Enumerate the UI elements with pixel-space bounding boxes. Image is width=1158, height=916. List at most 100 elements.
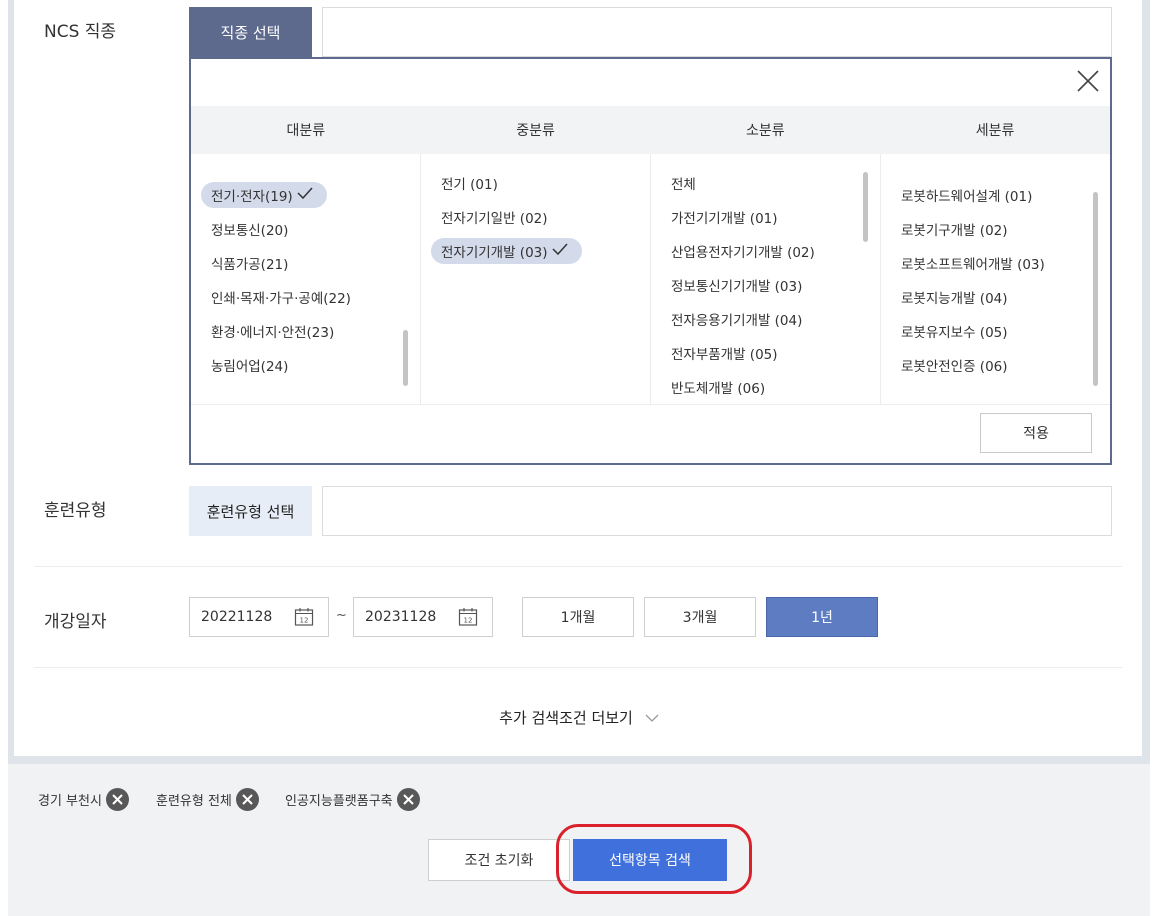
filter-chip-label: 경기 부천시 [38, 793, 102, 809]
detail-item-label: 로봇기구개발 (02) [901, 223, 1008, 239]
major-item[interactable]: 식품가공(21) [201, 246, 361, 280]
end-date-input[interactable]: 20231128 12 [353, 597, 493, 637]
major-item-label: 정보통신(20) [211, 223, 289, 239]
minor-item-label: 전자부품개발 (05) [671, 347, 778, 363]
column-header-minor: 소분류 [746, 123, 785, 139]
major-item-label: 인쇄·목재·가구·공예(22) [211, 291, 351, 307]
minor-item[interactable]: 전자응용기기개발 (04) [661, 302, 825, 336]
training-selected-field[interactable] [322, 486, 1112, 536]
column-header-major: 대분류 [286, 123, 326, 139]
filter-chip: 훈련유형 전체 [156, 787, 259, 811]
date-separator: ~ [336, 608, 347, 623]
middle-item[interactable]: 전자기기일반 (02) [431, 200, 568, 234]
detail-item[interactable]: 로봇소프트웨어개발 (03) [891, 246, 1055, 280]
detail-item-label: 로봇유지보수 (05) [901, 325, 1008, 341]
minor-column: 전체가전기기개발 (01) 산업용전자기기개발 (02) 정보통신기기개발 (03)… [651, 154, 881, 404]
remove-chip-icon[interactable] [235, 787, 259, 811]
check-icon [297, 187, 313, 203]
filter-chip: 인공지능플랫폼구축 [285, 787, 420, 811]
start-date-value: 20221128 [201, 609, 273, 625]
period-3month-button[interactable]: 3개월 [644, 597, 756, 637]
major-scrollbar[interactable] [403, 330, 408, 386]
period-1month-button[interactable]: 1개월 [522, 597, 634, 637]
minor-item-label: 전자응용기기개발 (04) [671, 313, 803, 329]
minor-item[interactable]: 전체 [661, 166, 825, 200]
major-item[interactable]: 인쇄·목재·가구·공예(22) [201, 280, 361, 314]
minor-item-label: 가전기기개발 (01) [671, 211, 778, 227]
svg-text:12: 12 [300, 617, 309, 625]
detail-item[interactable]: 로봇지능개발 (04) [891, 280, 1055, 314]
minor-scrollbar[interactable] [863, 172, 868, 242]
detail-item-label: 로봇지능개발 (04) [901, 291, 1008, 307]
minor-item[interactable]: 전자부품개발 (05) [661, 336, 825, 370]
filter-chip-label: 훈련유형 전체 [156, 793, 232, 809]
ncs-select-button[interactable]: 직종 선택 [189, 7, 312, 57]
minor-item-label: 반도체개발 (06) [671, 381, 766, 397]
page: NCS 직종 직종 선택 대분류 중분류 소분류 세분류 전기·전자(19) 정보… [0, 0, 1158, 916]
middle-item-label: 전기 (01) [441, 177, 498, 193]
minor-item[interactable]: 가전기기개발 (01) [661, 200, 825, 234]
minor-item-label: 정보통신기기개발 (03) [671, 279, 803, 295]
more-conditions-toggle[interactable]: 추가 검색조건 더보기 [0, 707, 1158, 728]
check-icon [552, 243, 568, 259]
middle-item[interactable]: 전기 (01) [431, 166, 568, 200]
minor-item-label: 산업용전자기기개발 (02) [671, 245, 815, 261]
major-item[interactable]: 환경·에너지·안전(23) [201, 314, 361, 348]
more-conditions-label: 추가 검색조건 더보기 [499, 709, 633, 727]
ncs-selected-field[interactable] [322, 7, 1112, 57]
highlight-annotation [556, 824, 752, 894]
major-list: 전기·전자(19) 정보통신(20) 식품가공(21) 인쇄·목재·가구·공예(22)… [201, 178, 361, 382]
reset-button[interactable]: 조건 초기화 [428, 839, 570, 881]
calendar-icon[interactable]: 12 [294, 607, 314, 627]
detail-column: 로봇하드웨어설계 (01) 로봇기구개발 (02) 로봇소프트웨어개발 (03) 로봇… [881, 154, 1110, 404]
middle-column: 전기 (01) 전자기기일반 (02) 전자기기개발 (03) [421, 154, 651, 404]
start-date-input[interactable]: 20221128 12 [189, 597, 329, 637]
column-headers: 대분류 중분류 소분류 세분류 [191, 106, 1110, 154]
middle-item[interactable]: 전자기기개발 (03) [431, 234, 582, 268]
minor-item[interactable]: 정보통신기기개발 (03) [661, 268, 825, 302]
training-label: 훈련유형 [44, 501, 107, 521]
column-header-detail: 세분류 [975, 123, 1015, 139]
major-item[interactable]: 농림어업(24) [201, 348, 361, 382]
detail-scrollbar[interactable] [1093, 192, 1098, 386]
major-item-label: 식품가공(21) [211, 257, 289, 273]
column-header-middle: 중분류 [516, 123, 555, 139]
detail-item[interactable]: 로봇기구개발 (02) [891, 212, 1055, 246]
minor-list: 전체가전기기개발 (01) 산업용전자기기개발 (02) 정보통신기기개발 (03)… [661, 166, 825, 404]
remove-chip-icon[interactable] [105, 787, 129, 811]
svg-text:12: 12 [464, 617, 473, 625]
divider [34, 566, 1122, 567]
filter-chip-label: 인공지능플랫폼구축 [285, 793, 393, 809]
major-item-label: 농림어업(24) [211, 359, 289, 375]
training-select-button[interactable]: 훈련유형 선택 [189, 486, 312, 536]
divider [34, 667, 1122, 668]
middle-item-label: 전자기기일반 (02) [441, 211, 548, 227]
detail-item-label: 로봇안전인증 (06) [901, 359, 1008, 375]
detail-item[interactable]: 로봇안전인증 (06) [891, 348, 1055, 382]
detail-item[interactable]: 로봇하드웨어설계 (01) [891, 178, 1055, 212]
period-1year-button[interactable]: 1년 [766, 597, 878, 637]
major-item[interactable]: 정보통신(20) [201, 212, 361, 246]
close-icon[interactable] [1076, 69, 1100, 93]
major-column: 전기·전자(19) 정보통신(20) 식품가공(21) 인쇄·목재·가구·공예(22)… [191, 154, 421, 404]
minor-item[interactable]: 반도체개발 (06) [661, 370, 825, 404]
detail-item[interactable]: 로봇유지보수 (05) [891, 314, 1055, 348]
minor-item-label: 전체 [671, 177, 696, 193]
category-columns: 전기·전자(19) 정보통신(20) 식품가공(21) 인쇄·목재·가구·공예(22)… [191, 154, 1110, 405]
minor-item[interactable]: 산업용전자기기개발 (02) [661, 234, 825, 268]
major-item-label: 환경·에너지·안전(23) [211, 325, 335, 341]
chevron-down-icon [645, 714, 659, 722]
filter-chip: 경기 부천시 [38, 787, 129, 811]
date-label: 개강일자 [44, 612, 107, 632]
detail-item-label: 로봇소프트웨어개발 (03) [901, 257, 1045, 273]
ncs-label: NCS 직종 [44, 22, 117, 42]
remove-chip-icon[interactable] [396, 787, 420, 811]
middle-list: 전기 (01) 전자기기일반 (02) 전자기기개발 (03) [431, 166, 582, 268]
apply-button[interactable]: 적용 [980, 413, 1092, 453]
major-item[interactable]: 전기·전자(19) [201, 178, 361, 212]
end-date-value: 20231128 [365, 609, 437, 625]
calendar-icon[interactable]: 12 [458, 607, 478, 627]
detail-list: 로봇하드웨어설계 (01) 로봇기구개발 (02) 로봇소프트웨어개발 (03) 로봇… [891, 178, 1055, 382]
ncs-category-popup: 대분류 중분류 소분류 세분류 전기·전자(19) 정보통신(20) 식품가공(21… [189, 57, 1112, 465]
detail-item-label: 로봇하드웨어설계 (01) [901, 189, 1033, 205]
